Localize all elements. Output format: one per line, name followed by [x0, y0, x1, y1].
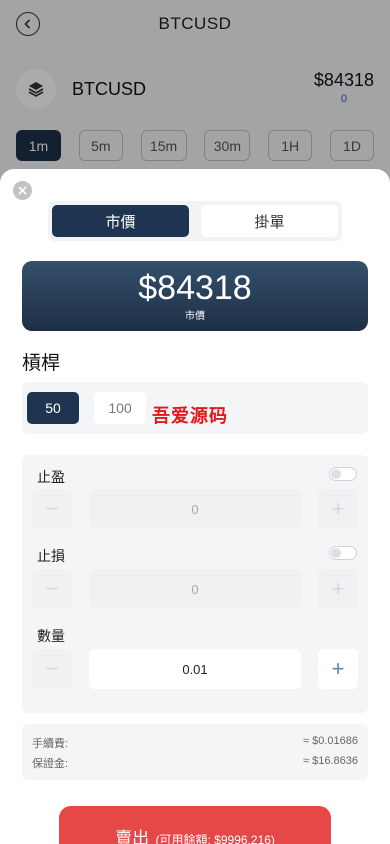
price-type-label: 市價: [185, 311, 205, 322]
take-profit-toggle[interactable]: [329, 467, 357, 481]
leverage-option-100[interactable]: 100: [94, 392, 146, 424]
leverage-title: 槓桿: [22, 353, 61, 374]
close-button[interactable]: [13, 181, 32, 200]
order-params-panel: 止盈 − 0 + 止損 − 0 + 數量 − 0.01 +: [22, 455, 368, 713]
take-profit-label: 止盈: [37, 469, 65, 485]
quantity-minus-button[interactable]: −: [32, 649, 72, 689]
margin-row: 保證金: ≈ $16.8636: [32, 755, 358, 771]
take-profit-minus-button[interactable]: −: [32, 489, 72, 529]
margin-value: ≈ $16.8636: [303, 755, 358, 767]
tab-limit-order[interactable]: 掛單: [201, 205, 338, 237]
order-type-switch: 市價 掛單: [48, 201, 342, 241]
sell-button[interactable]: 賣出 (可用餘額: $9996.216): [59, 806, 331, 844]
margin-label: 保證金:: [32, 758, 69, 770]
stop-loss-plus-button[interactable]: +: [318, 569, 358, 609]
sell-button-label: 賣出: [115, 829, 150, 844]
close-icon: [18, 186, 27, 195]
stop-loss-toggle[interactable]: [329, 546, 357, 560]
leverage-selector: 50 100 吾爱源码: [22, 382, 368, 434]
stop-loss-label: 止損: [37, 548, 65, 564]
fee-value: ≈ $0.01686: [303, 735, 358, 747]
fee-row: 手續費: ≈ $0.01686: [32, 735, 358, 751]
quantity-label: 數量: [37, 628, 65, 644]
order-sheet: 市價 掛單 $84318 市價 槓桿 50 100 吾爱源码 止盈 − 0 + …: [0, 169, 390, 844]
quantity-input[interactable]: 0.01: [89, 649, 301, 689]
tab-market-order[interactable]: 市價: [52, 205, 189, 237]
available-balance: (可用餘額: $9996.216): [155, 833, 275, 844]
fee-label: 手續費:: [32, 738, 69, 750]
quantity-plus-button[interactable]: +: [318, 649, 358, 689]
fee-summary: 手續費: ≈ $0.01686 保證金: ≈ $16.8636: [22, 724, 368, 780]
take-profit-plus-button[interactable]: +: [318, 489, 358, 529]
leverage-option-50[interactable]: 50: [27, 392, 79, 424]
price-card: $84318 市價: [22, 261, 368, 331]
stop-loss-input[interactable]: 0: [89, 569, 301, 609]
stop-loss-minus-button[interactable]: −: [32, 569, 72, 609]
take-profit-input[interactable]: 0: [89, 489, 301, 529]
current-price: $84318: [138, 269, 252, 307]
watermark-text: 吾爱源码: [152, 406, 228, 426]
